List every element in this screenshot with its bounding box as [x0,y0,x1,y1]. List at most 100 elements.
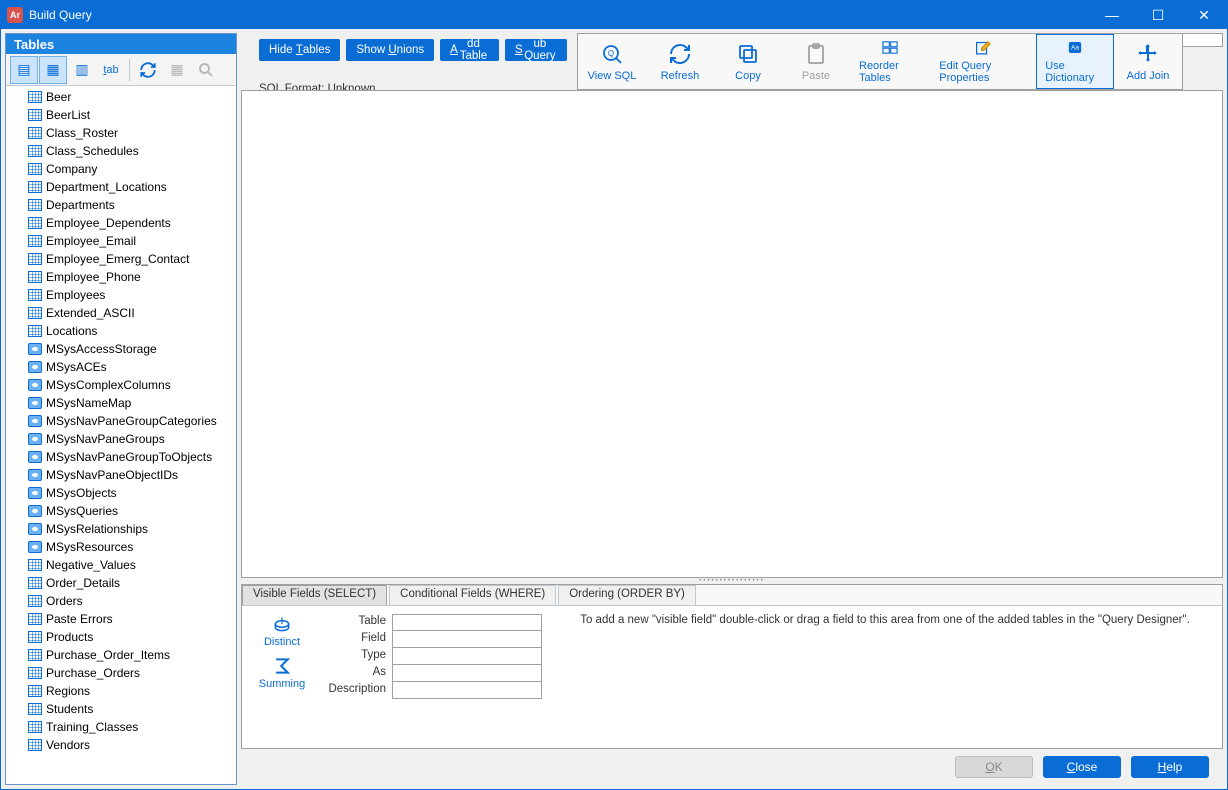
table-name: Negative_Values [46,558,136,572]
tab-visible-fields[interactable]: Visible Fields (SELECT) [242,585,387,605]
footer: OK Close Help [241,749,1223,785]
system-table-icon [28,415,42,427]
table-item[interactable]: MSysACEs [28,358,236,376]
refresh-icon[interactable] [134,56,162,84]
table-item[interactable]: Employee_Emerg_Contact [28,250,236,268]
table-item[interactable]: Class_Schedules [28,142,236,160]
table-item[interactable]: Regions [28,682,236,700]
table-item[interactable]: Order_Details [28,574,236,592]
tables-list[interactable]: BeerBeerListClass_Roster Class_Schedules C… [6,86,236,784]
table-name: Employee_Dependents [46,216,171,230]
table-item[interactable]: MSysObjects [28,484,236,502]
panel-toggle-icon[interactable]: ▤ [10,56,38,84]
grid-view-icon[interactable]: ▦ [39,56,67,84]
table-item[interactable]: Negative_Values [28,556,236,574]
ok-button[interactable]: OK [955,756,1033,778]
detail-view-icon[interactable]: ▥ [68,56,96,84]
table-icon [28,649,42,661]
minimize-button[interactable]: ― [1089,1,1135,29]
table-item[interactable]: MSysNavPaneObjectIDs [28,466,236,484]
table-item[interactable]: Vendors [28,736,236,754]
table-name: Regions [46,684,90,698]
use-dictionary-button[interactable]: Aa Use Dictionary [1036,34,1114,89]
table-item[interactable]: MSysRelationships [28,520,236,538]
right-panel: Hide Tables Show Unions Add Table Sub Qu… [241,33,1223,785]
table-item[interactable]: Locations [28,322,236,340]
table-item[interactable]: Training_Classes [28,718,236,736]
table-dim-icon[interactable]: ▦ [163,56,191,84]
tab-ordering[interactable]: Ordering (ORDER BY) [558,585,696,605]
table-item[interactable]: MSysQueries [28,502,236,520]
toolbar-end [1183,33,1223,90]
table-icon [28,559,42,571]
input-type[interactable] [392,648,542,665]
table-item[interactable]: Employee_Phone [28,268,236,286]
add-table-button[interactable]: Add Table [440,39,499,61]
table-item[interactable]: MSysResources [28,538,236,556]
help-button[interactable]: Help [1131,756,1209,778]
input-table[interactable] [392,614,542,631]
input-description[interactable] [392,682,542,699]
query-designer-canvas[interactable] [241,90,1223,578]
table-name: MSysAccessStorage [46,342,157,356]
tab-conditional-fields[interactable]: Conditional Fields (WHERE) [389,585,556,605]
table-item[interactable]: MSysNavPaneGroups [28,430,236,448]
table-item[interactable]: Departments [28,196,236,214]
refresh-button[interactable]: Refresh [646,34,714,89]
table-icon [28,127,42,139]
search-icon[interactable] [192,56,220,84]
tables-header: Tables [6,34,236,54]
table-item[interactable]: Department_Locations [28,178,236,196]
table-item[interactable]: Products [28,628,236,646]
copy-button[interactable]: Copy [714,34,782,89]
table-item[interactable]: Purchase_Orders [28,664,236,682]
table-item[interactable]: MSysNavPaneGroupToObjects [28,448,236,466]
summing-tool[interactable]: Summing [259,656,305,690]
view-sql-button[interactable]: Q View SQL [578,34,646,89]
maximize-button[interactable]: ☐ [1135,1,1181,29]
table-name: Employee_Email [46,234,136,248]
table-name: Class_Schedules [46,144,139,158]
close-button[interactable]: ✕ [1181,1,1227,29]
system-table-icon [28,379,42,391]
window-title: Build Query [29,8,1089,22]
table-item[interactable]: Employee_Dependents [28,214,236,232]
table-item[interactable]: Purchase_Order_Items [28,646,236,664]
table-icon [28,199,42,211]
edit-query-properties-button[interactable]: Edit Query Properties [930,34,1036,89]
system-table-icon [28,361,42,373]
table-icon [28,235,42,247]
close-dialog-button[interactable]: Close [1043,756,1121,778]
table-item[interactable]: Beer [28,88,236,106]
table-item[interactable]: Students [28,700,236,718]
sub-query-button[interactable]: Sub Query [505,39,567,61]
table-name: Employee_Phone [46,270,141,284]
table-item[interactable]: MSysNavPaneGroupCategories [28,412,236,430]
table-item[interactable]: Class_Roster [28,124,236,142]
table-name: MSysResources [46,540,133,554]
table-item[interactable]: Employees [28,286,236,304]
table-item[interactable]: MSysNameMap [28,394,236,412]
input-field[interactable] [392,631,542,648]
show-unions-button[interactable]: Show Unions [346,39,434,61]
system-table-icon [28,397,42,409]
visible-fields-hint: To add a new "visible field" double-clic… [558,614,1212,626]
separator [129,59,130,81]
table-item[interactable]: Employee_Email [28,232,236,250]
distinct-tool[interactable]: Distinct [264,614,300,648]
table-name: Purchase_Order_Items [46,648,170,662]
table-item[interactable]: Paste Errors [28,610,236,628]
add-join-button[interactable]: Add Join [1114,34,1182,89]
table-item[interactable]: Orders [28,592,236,610]
input-as[interactable] [392,665,542,682]
reorder-tables-button[interactable]: Reorder Tables [850,34,930,89]
table-item[interactable]: Company [28,160,236,178]
table-item[interactable]: BeerList [28,106,236,124]
hide-tables-button[interactable]: Hide Tables [259,39,340,61]
tab-text-icon[interactable]: tab [97,56,125,84]
table-name: Students [46,702,93,716]
table-item[interactable]: Extended_ASCII [28,304,236,322]
table-item[interactable]: MSysComplexColumns [28,376,236,394]
paste-button[interactable]: Paste [782,34,850,89]
table-item[interactable]: MSysAccessStorage [28,340,236,358]
